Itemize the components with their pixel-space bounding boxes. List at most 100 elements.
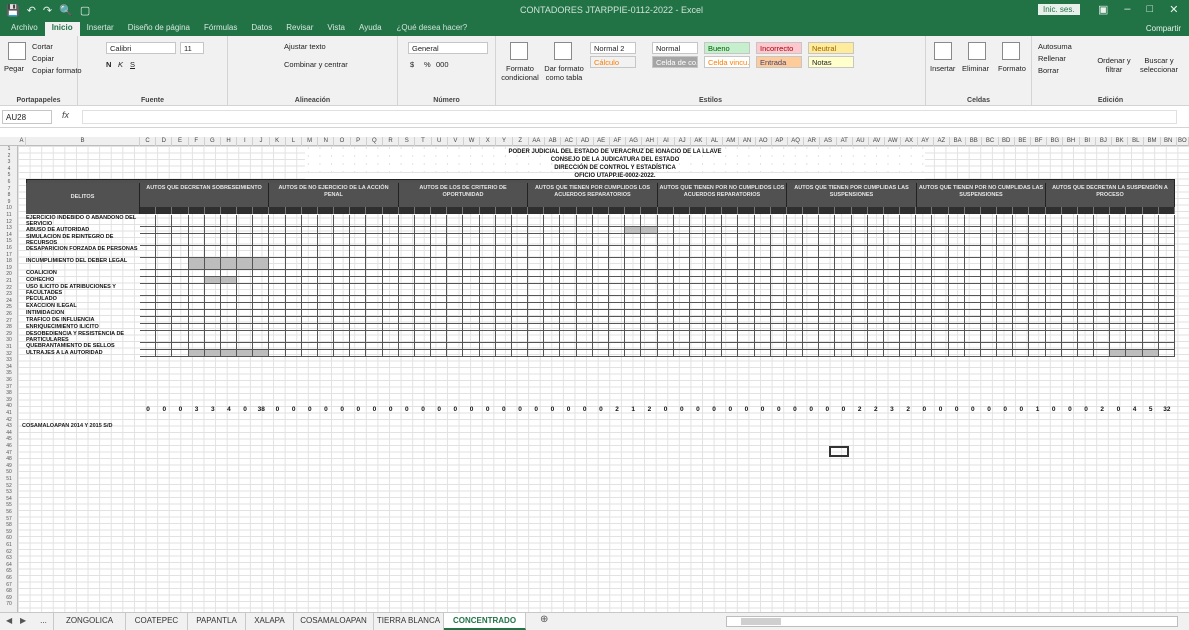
table-cell[interactable] [237, 324, 254, 331]
table-cell[interactable] [511, 270, 529, 277]
table-cell[interactable] [1029, 296, 1046, 303]
table-cell[interactable] [172, 234, 189, 246]
table-cell[interactable] [495, 246, 512, 258]
table-cell[interactable] [1126, 331, 1143, 343]
table-cell[interactable] [738, 303, 755, 310]
table-cell[interactable] [544, 310, 561, 317]
table-cell[interactable] [576, 343, 593, 350]
table-cell[interactable] [835, 227, 852, 234]
table-cell[interactable] [673, 227, 690, 234]
table-cell[interactable] [350, 296, 367, 303]
table-cell[interactable] [479, 296, 496, 303]
table-cell[interactable] [528, 303, 545, 310]
table-cell[interactable] [1029, 317, 1046, 324]
table-cell[interactable] [1142, 258, 1159, 270]
table-cell[interactable] [495, 303, 512, 310]
table-cell[interactable] [269, 215, 286, 227]
table-cell[interactable] [900, 310, 917, 317]
table-cell[interactable] [156, 246, 173, 258]
row-header[interactable]: 41 [0, 410, 18, 416]
table-cell[interactable] [204, 350, 221, 357]
table-cell[interactable] [1158, 350, 1175, 357]
table-cell[interactable] [495, 227, 512, 234]
delete-cells-icon[interactable] [968, 42, 986, 60]
table-cell[interactable] [495, 296, 512, 303]
table-cell[interactable] [819, 343, 836, 350]
table-cell[interactable] [608, 258, 626, 270]
table-cell[interactable] [366, 331, 383, 343]
table-cell[interactable] [1094, 270, 1111, 277]
table-cell[interactable] [366, 343, 383, 350]
row-header[interactable]: 62 [0, 549, 18, 555]
table-cell[interactable] [447, 215, 464, 227]
table-cell[interactable] [140, 234, 157, 246]
table-cell[interactable] [738, 296, 755, 303]
column-header[interactable]: H [221, 137, 238, 146]
table-cell[interactable] [414, 331, 432, 343]
table-cell[interactable] [1061, 270, 1078, 277]
table-cell[interactable] [592, 227, 609, 234]
table-cell[interactable] [980, 350, 998, 357]
table-cell[interactable] [317, 246, 335, 258]
table-cell[interactable] [269, 303, 286, 310]
table-cell[interactable] [948, 350, 965, 357]
table-cell[interactable] [528, 317, 545, 324]
table-cell[interactable] [964, 227, 981, 234]
table-cell[interactable] [770, 343, 787, 350]
table-cell[interactable] [140, 343, 157, 350]
table-cell[interactable] [350, 343, 367, 350]
table-cell[interactable] [980, 331, 998, 343]
column-header[interactable]: Y [496, 137, 513, 146]
table-cell[interactable] [398, 284, 415, 296]
table-cell[interactable] [1061, 246, 1078, 258]
table-cell[interactable] [528, 331, 545, 343]
table-cell[interactable] [172, 270, 189, 277]
format-painter-button[interactable]: Copiar formato [32, 66, 82, 75]
row-header[interactable]: 52 [0, 483, 18, 489]
table-cell[interactable] [608, 284, 626, 296]
table-cell[interactable] [867, 350, 884, 357]
table-cell[interactable] [1061, 234, 1078, 246]
table-cell[interactable] [819, 258, 836, 270]
table-cell[interactable] [366, 350, 383, 357]
table-cell[interactable] [398, 324, 415, 331]
table-cell[interactable] [140, 317, 157, 324]
table-cell[interactable] [269, 331, 286, 343]
column-header[interactable]: AC [561, 137, 578, 146]
table-cell[interactable] [997, 324, 1014, 331]
table-cell[interactable] [770, 310, 787, 317]
table-cell[interactable] [964, 215, 981, 227]
table-cell[interactable] [431, 296, 448, 303]
table-cell[interactable] [867, 277, 884, 284]
table-cell[interactable] [447, 227, 464, 234]
table-cell[interactable] [738, 258, 755, 270]
table-cell[interactable] [253, 310, 270, 317]
table-cell[interactable] [754, 324, 771, 331]
sheet-tab-xalapa[interactable]: XALAPA [246, 613, 294, 630]
table-cell[interactable] [641, 227, 658, 234]
table-cell[interactable] [1029, 284, 1046, 296]
table-cell[interactable] [560, 324, 577, 331]
table-cell[interactable] [528, 284, 545, 296]
table-cell[interactable] [253, 317, 270, 324]
table-cell[interactable] [463, 246, 480, 258]
formula-input[interactable] [82, 110, 1177, 124]
table-cell[interactable] [657, 296, 674, 303]
table-cell[interactable] [997, 350, 1014, 357]
table-cell[interactable] [511, 277, 529, 284]
row-header[interactable]: 19 [0, 265, 18, 271]
table-cell[interactable] [851, 303, 868, 310]
table-cell[interactable] [819, 270, 836, 277]
column-header[interactable]: O [334, 137, 351, 146]
table-cell[interactable] [770, 284, 787, 296]
table-cell[interactable] [964, 310, 981, 317]
table-cell[interactable] [786, 234, 804, 246]
table-cell[interactable] [1158, 317, 1175, 324]
table-cell[interactable] [1126, 270, 1143, 277]
table-cell[interactable] [188, 303, 205, 310]
table-cell[interactable] [803, 296, 820, 303]
table-cell[interactable] [689, 270, 707, 277]
table-cell[interactable] [1094, 350, 1111, 357]
row-header[interactable]: 25 [0, 304, 18, 310]
table-cell[interactable] [803, 284, 820, 296]
